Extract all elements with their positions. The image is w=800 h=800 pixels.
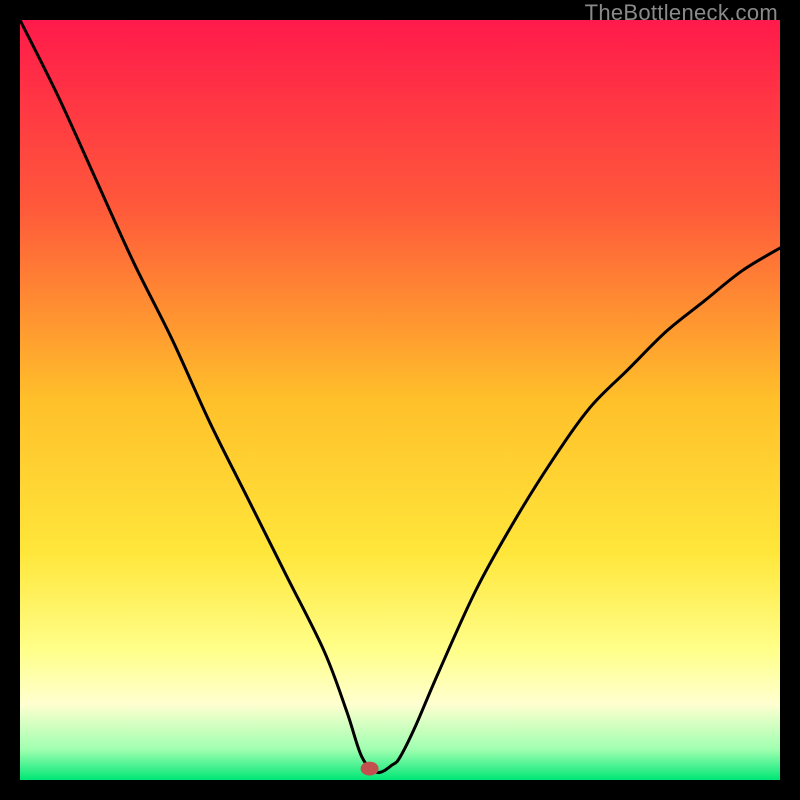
chart-background-gradient bbox=[20, 20, 780, 780]
bottleneck-marker bbox=[361, 762, 379, 776]
outer-frame: TheBottleneck.com bbox=[0, 0, 800, 800]
chart-plot-area bbox=[20, 20, 780, 780]
chart-svg bbox=[20, 20, 780, 780]
